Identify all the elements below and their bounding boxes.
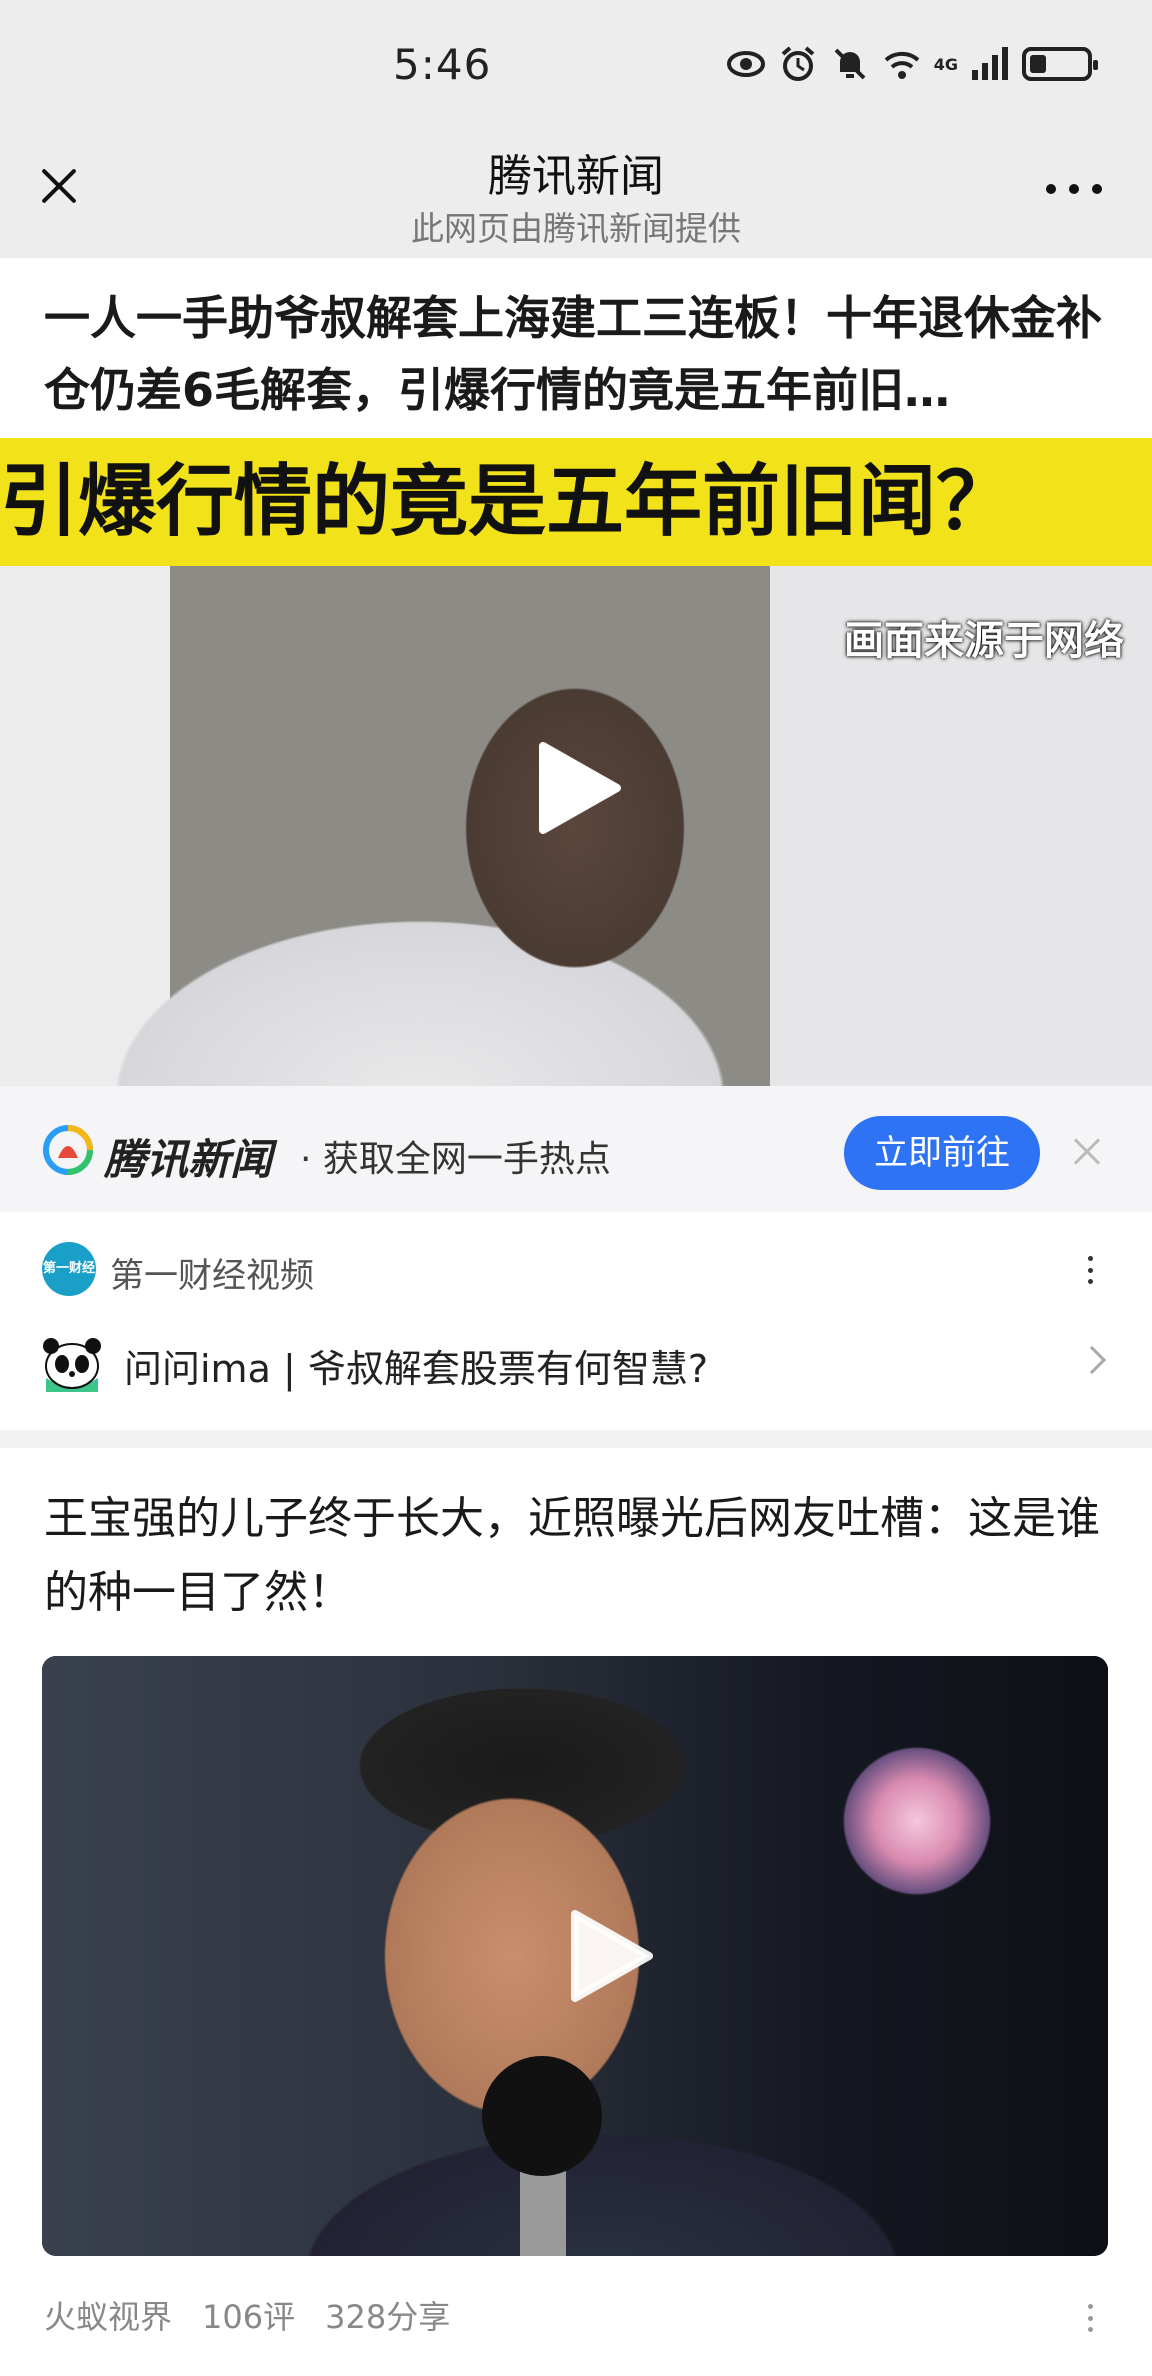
play-icon[interactable] bbox=[567, 1906, 657, 2006]
ask-ima-text: 问问ima | 爷叔解套股票有何智慧? bbox=[124, 1347, 708, 1391]
article-source-block: 第一财经 第一财经视频 问问ima | 爷叔解套股票有何智慧? bbox=[0, 1212, 1152, 1430]
article-headline[interactable]: 一人一手助爷叔解套上海建工三连板！十年退休金补仓仍差6毛解套，引爆行情的竟是五年… bbox=[44, 282, 1114, 426]
comment-count: 106评 bbox=[202, 2298, 296, 2336]
related-headline[interactable]: 王宝强的儿子终于长大，近照曝光后网友吐槽：这是谁的种一目了然！ bbox=[44, 1482, 1114, 1630]
webview-title-bar: 腾讯新闻 此网页由腾讯新闻提供 bbox=[0, 132, 1152, 258]
panda-icon bbox=[43, 1338, 101, 1392]
source-name[interactable]: 第一财经视频 bbox=[110, 1248, 314, 1297]
chevron-right-icon bbox=[1077, 1345, 1107, 1375]
video-banner-text: 引爆行情的竟是五年前旧闻？ bbox=[0, 438, 1152, 566]
related-source[interactable]: 火蚁视界 bbox=[44, 2292, 172, 2338]
status-time: 5:46 bbox=[393, 40, 492, 89]
source-more-button[interactable] bbox=[1080, 1250, 1100, 1290]
video-player[interactable]: 引爆行情的竟是五年前旧闻？ 画面来源于网络 bbox=[0, 438, 1152, 1086]
source-avatar[interactable]: 第一财经 bbox=[42, 1242, 96, 1296]
related-meta: 火蚁视界 106评 328分享 bbox=[44, 2292, 450, 2338]
signal-icon bbox=[972, 47, 1008, 80]
play-icon[interactable] bbox=[535, 738, 625, 838]
close-icon[interactable] bbox=[1070, 1134, 1104, 1168]
ask-ima-row[interactable]: 问问ima | 爷叔解套股票有何智慧? bbox=[0, 1312, 1152, 1412]
page-subtitle: 此网页由腾讯新闻提供 bbox=[411, 209, 741, 248]
video-watermark: 画面来源于网络 bbox=[844, 618, 1124, 664]
more-options-button[interactable] bbox=[1046, 184, 1102, 200]
share-count: 328分享 bbox=[325, 2298, 451, 2336]
tencent-news-logo-icon bbox=[43, 1125, 93, 1175]
alarm-icon bbox=[781, 46, 815, 81]
wifi-icon bbox=[884, 51, 920, 79]
related-video-player[interactable] bbox=[42, 1656, 1108, 2256]
promo-brand: 腾讯新闻 bbox=[104, 1135, 273, 1184]
eye-icon bbox=[726, 51, 765, 77]
go-now-button[interactable]: 立即前往 bbox=[844, 1116, 1040, 1190]
network-label: 4G bbox=[933, 54, 958, 74]
status-bar: 5:46 4G bbox=[0, 0, 1152, 132]
related-more-button[interactable] bbox=[1080, 2298, 1100, 2338]
article-card-related: 王宝强的儿子终于长大，近照曝光后网友吐槽：这是谁的种一目了然！ 火蚁视界 106… bbox=[0, 1448, 1152, 2376]
battery-icon bbox=[1022, 47, 1098, 81]
page-title: 腾讯新闻 bbox=[488, 151, 664, 202]
promo-text: · 获取全网一手热点 bbox=[300, 1139, 611, 1180]
app-promo-banner: 腾讯新闻 · 获取全网一手热点 立即前往 bbox=[0, 1086, 1152, 1212]
status-icons: 4G bbox=[726, 44, 1098, 84]
microphone bbox=[482, 2056, 602, 2176]
mute-icon bbox=[834, 48, 866, 80]
article-card-main: 一人一手助爷叔解套上海建工三连板！十年退休金补仓仍差6毛解套，引爆行情的竟是五年… bbox=[0, 258, 1152, 1212]
